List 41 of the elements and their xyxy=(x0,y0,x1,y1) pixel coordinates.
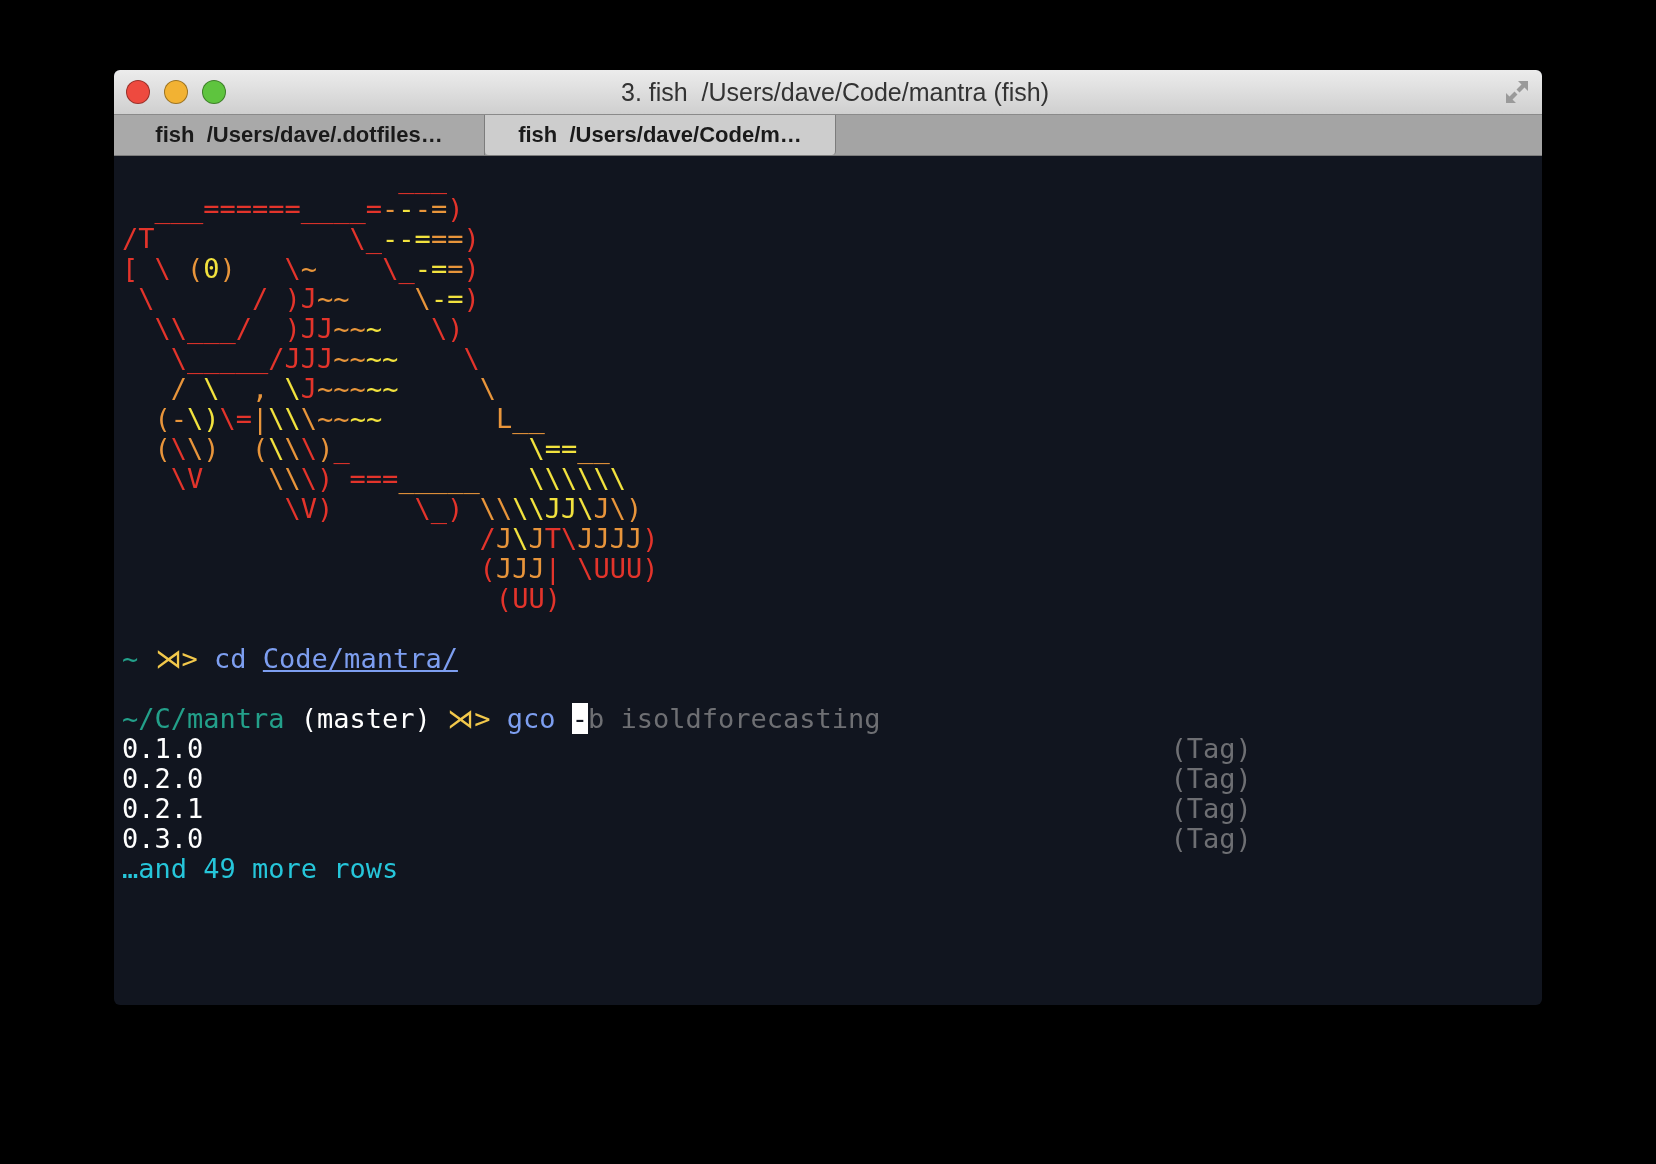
window-title: 3. fish /Users/dave/Code/mantra (fish) xyxy=(620,77,1050,107)
ascii-art-line: \ / )J~~ \-=) xyxy=(137,284,481,314)
completion-type: (Tag) xyxy=(1170,733,1252,764)
more-rows-note: …and 49 more rows xyxy=(122,853,399,884)
completion-value[interactable]: 0.2.1 xyxy=(122,794,1171,824)
prompt-symbol: ⋊> xyxy=(447,703,491,734)
completion-value[interactable]: 0.2.0 xyxy=(122,764,1171,794)
ascii-art-line: /J\JT\JJJJ) xyxy=(478,524,660,554)
tab[interactable]: fish /Users/dave/Code/m… xyxy=(485,115,836,155)
text-cursor: - xyxy=(571,703,588,734)
fullscreen-icon[interactable] xyxy=(1504,79,1530,105)
prompt-path: ~ xyxy=(122,643,139,674)
ascii-art-line: /T \_--===) xyxy=(122,224,481,254)
zoom-button[interactable] xyxy=(202,80,226,104)
ascii-art-line: \_____/JJJ~~~~ \ xyxy=(170,344,481,374)
ascii-art-line: ___======____=---=) xyxy=(153,194,465,224)
completion-type: (Tag) xyxy=(1170,823,1252,854)
completion-value[interactable]: 0.1.0 xyxy=(122,734,1171,764)
ascii-art-line: \\___/ )JJ~~~ \) xyxy=(153,314,465,344)
ascii-art-line: \V \\\) ===_____ \\\\\\ xyxy=(169,464,627,494)
completion-value[interactable]: 0.3.0 xyxy=(122,824,1171,854)
ascii-art-line: (JJJ| \UUU) xyxy=(478,554,660,584)
minimize-button[interactable] xyxy=(164,80,188,104)
ascii-art-line: (-\)\=|\\\~~~~ L__ xyxy=(153,404,546,434)
prompt-path: ~/C/mantra xyxy=(122,703,285,734)
git-branch: (master) xyxy=(300,703,431,734)
tab[interactable]: fish /Users/dave/.dotfiles… xyxy=(114,115,485,155)
ascii-art-line: / \ , \J~~~~~ \ xyxy=(169,374,497,404)
ascii-art-line: [ \ (0) \~ \_-==) xyxy=(122,254,481,284)
prompt-symbol: ⋊> xyxy=(154,643,198,674)
command-text: cd xyxy=(214,643,247,674)
autosuggestion: b isoldforecasting xyxy=(588,703,881,734)
path-argument[interactable]: Code/mantra/ xyxy=(262,643,458,674)
ascii-art-line: (UU) xyxy=(494,584,562,614)
ascii-art-line: (\\) (\\\)_ \==__ xyxy=(153,434,611,464)
completion-type: (Tag) xyxy=(1170,763,1252,794)
command-text: gco xyxy=(506,703,556,734)
ascii-art-line: \V) \_) \\\\JJ\J\) xyxy=(283,494,644,524)
close-button[interactable] xyxy=(126,80,150,104)
completion-type: (Tag) xyxy=(1170,793,1252,824)
ascii-art-line: ___ xyxy=(397,164,449,194)
